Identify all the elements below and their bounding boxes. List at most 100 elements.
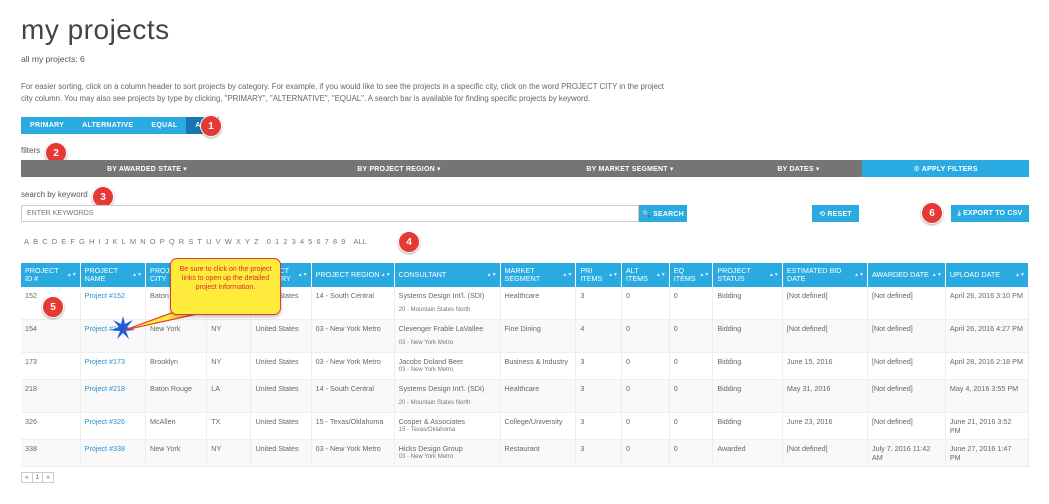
cell-name[interactable]: Project #152 — [80, 287, 147, 320]
export-csv-button[interactable]: ⤓ EXPORT TO CSV — [951, 205, 1029, 222]
alpha-filter-l[interactable]: L — [122, 237, 126, 246]
alpha-filter-2[interactable]: 2 — [283, 237, 287, 246]
alpha-filter-k[interactable]: K — [113, 237, 118, 246]
alpha-filter-b[interactable]: B — [33, 237, 38, 246]
column-header-pri[interactable]: PRI ITEMS ▲▼ — [575, 263, 622, 287]
project-link[interactable]: Project #218 — [85, 384, 125, 393]
cell-bid-date: [Not defined] — [782, 439, 868, 467]
consultant-region: 15 - Texas/Oklahoma — [398, 427, 456, 433]
cell-region: 03 - New York Metro — [311, 352, 395, 380]
alpha-filter-y[interactable]: Y — [245, 237, 250, 246]
column-header-label: UPLOAD DATE — [949, 269, 1001, 279]
column-header-eq[interactable]: EQ ITEMS ▲▼ — [669, 263, 714, 287]
alpha-filter-j[interactable]: J — [105, 237, 109, 246]
alpha-filter-5[interactable]: 5 — [308, 237, 312, 246]
cell-eq: 0 — [669, 412, 714, 440]
alpha-filter-z[interactable]: Z — [254, 237, 259, 246]
alpha-filter-p[interactable]: P — [160, 237, 165, 246]
alpha-filter-q[interactable]: Q — [169, 237, 175, 246]
alpha-filter-6[interactable]: 6 — [316, 237, 320, 246]
alpha-filter-7[interactable]: 7 — [325, 237, 329, 246]
cell-name[interactable]: Project #218 — [80, 379, 147, 413]
table-row: 338 Project #338 New York NY United States 03… — [21, 439, 1030, 467]
alpha-filter-all[interactable]: ALL — [353, 237, 366, 246]
column-header-status[interactable]: PROJECT STATUS ▲▼ — [712, 263, 783, 287]
project-link[interactable]: Project #152 — [85, 291, 125, 300]
filter-awarded-state[interactable]: BY AWARDED STATE ▾ — [21, 160, 273, 177]
cell-consultant: Systems Design Int'l. (SDI) 20 - Mountain… — [394, 287, 501, 320]
reset-button[interactable]: ⟲ RESET — [812, 205, 859, 222]
alpha-filter-s[interactable]: S — [188, 237, 193, 246]
cell-id: 154 — [21, 319, 81, 353]
alpha-filter-8[interactable]: 8 — [333, 237, 337, 246]
cell-awarded: [Not defined] — [867, 412, 946, 440]
cell-name[interactable]: Project #326 — [80, 412, 147, 440]
alpha-filter-n[interactable]: N — [140, 237, 145, 246]
cell-name[interactable]: Project #338 — [80, 439, 147, 467]
alpha-filter-c[interactable]: C — [42, 237, 47, 246]
filter-market-segment[interactable]: BY MARKET SEGMENT ▾ — [525, 160, 735, 177]
alpha-filter-1[interactable]: 1 — [275, 237, 279, 246]
column-header-awarded[interactable]: AWARDED DATE ▲▼ — [867, 263, 946, 287]
cell-bid-date: June 15, 2016 — [782, 352, 868, 380]
alpha-filter-f[interactable]: F — [70, 237, 75, 246]
alpha-filter-i[interactable]: I — [99, 237, 101, 246]
cell-state: LA — [206, 379, 252, 413]
cell-name[interactable]: Project #173 — [80, 352, 147, 380]
sort-icon: ▲▼ — [768, 272, 779, 278]
cell-upload: June 27, 2016 1:47 PM — [945, 439, 1030, 467]
consultant-region: 03 - New York Metro — [398, 454, 454, 460]
apply-filters-button[interactable]: ⚙ APPLY FILTERS — [862, 160, 1029, 177]
cell-eq: 0 — [669, 352, 714, 380]
alpha-filter-d[interactable]: D — [52, 237, 57, 246]
alpha-filter-0[interactable]: 0 — [267, 237, 271, 246]
filter-dates[interactable]: BY DATES ▾ — [735, 160, 862, 177]
pager-next[interactable]: » — [42, 472, 54, 483]
column-header-consultant[interactable]: CONSULTANT ▲▼ — [394, 263, 501, 287]
column-header-bid-date[interactable]: ESTIMATED BID DATE ▲▼ — [782, 263, 868, 287]
cell-status: Bidding — [712, 319, 783, 353]
alpha-filter-3[interactable]: 3 — [292, 237, 296, 246]
column-header-segment[interactable]: MARKET SEGMENT ▲▼ — [500, 263, 577, 287]
cell-eq: 0 — [669, 287, 714, 320]
alpha-filter-4[interactable]: 4 — [300, 237, 304, 246]
alpha-filter-g[interactable]: G — [79, 237, 85, 246]
cell-segment: Fine Dining — [500, 319, 577, 353]
column-header-upload[interactable]: UPLOAD DATE ▲▼ — [945, 263, 1030, 287]
filter-project-region[interactable]: BY PROJECT REGION ▾ — [273, 160, 525, 177]
cell-upload: April 26, 2016 4:27 PM — [945, 319, 1030, 353]
column-header-region[interactable]: PROJECT REGION ▲▼ — [311, 263, 395, 287]
search-button[interactable]: 🔍 SEARCH — [639, 205, 687, 222]
alpha-filter-9[interactable]: 9 — [341, 237, 345, 246]
project-link[interactable]: Project #338 — [85, 444, 125, 453]
search-input[interactable] — [21, 205, 639, 222]
cell-country: United States — [250, 439, 312, 467]
alpha-filter-v[interactable]: V — [216, 237, 221, 246]
column-header-id[interactable]: PROJECT ID # ▲▼ — [21, 263, 81, 287]
tab-primary[interactable]: PRIMARY — [21, 117, 74, 134]
cell-consultant: Systems Design Int'l. (SDI) 20 - Mountain… — [394, 379, 501, 413]
alpha-filter-e[interactable]: E — [61, 237, 66, 246]
column-header-name[interactable]: PROJECT NAME ▲▼ — [80, 263, 147, 287]
tab-equal[interactable]: EQUAL — [142, 117, 187, 134]
cell-alt: 0 — [621, 412, 670, 440]
alpha-filter-r[interactable]: R — [179, 237, 184, 246]
column-header-label: ID # — [25, 274, 39, 283]
project-link[interactable]: Project #326 — [85, 417, 125, 426]
alpha-filter-o[interactable]: O — [150, 237, 156, 246]
cell-upload: April 28, 2016 2:18 PM — [945, 352, 1030, 380]
alpha-filter-u[interactable]: U — [206, 237, 211, 246]
alpha-filter-a[interactable]: A — [24, 237, 29, 246]
alpha-filter-t[interactable]: T — [197, 237, 202, 246]
alpha-filter-m[interactable]: M — [130, 237, 136, 246]
table-row: 218 Project #218 Baton Rouge LA United State… — [21, 379, 1030, 413]
project-link[interactable]: Project #173 — [85, 357, 125, 366]
sort-icon: ▲▼ — [132, 272, 143, 278]
alpha-filter-x[interactable]: X — [236, 237, 241, 246]
alpha-filter-h[interactable]: H — [89, 237, 94, 246]
column-header-label: PROJECT REGION — [315, 269, 380, 279]
column-header-alt[interactable]: ALT ITEMS ▲▼ — [621, 263, 670, 287]
alpha-filter-w[interactable]: W — [225, 237, 232, 246]
tab-alternative[interactable]: ALTERNATIVE — [73, 117, 143, 134]
cell-awarded: [Not defined] — [867, 319, 946, 353]
